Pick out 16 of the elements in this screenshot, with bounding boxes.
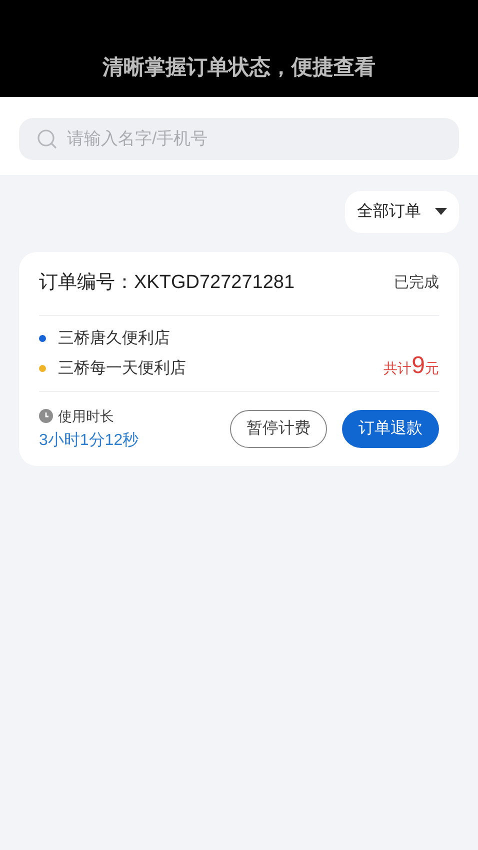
store-name: 三桥唐久便利店 bbox=[58, 328, 170, 348]
order-status: 已完成 bbox=[394, 273, 439, 294]
currency-unit: 元 bbox=[425, 359, 439, 378]
total-label: 共计 bbox=[384, 359, 412, 378]
total-amount: 9 bbox=[412, 354, 425, 378]
filter-dropdown[interactable]: 全部订单 bbox=[345, 191, 459, 233]
clock-icon bbox=[39, 409, 53, 423]
order-number: 订单编号：XKTGD727271281 bbox=[39, 271, 295, 296]
search-field[interactable]: 请输入名字/手机号 bbox=[19, 118, 459, 160]
caret-icon bbox=[435, 208, 447, 216]
store-name: 三桥每一天便利店 bbox=[58, 358, 186, 378]
duration-label: 使用时长 bbox=[58, 406, 114, 426]
pause-button[interactable]: 暂停计费 bbox=[230, 410, 327, 448]
duration-value: 3小时1分12秒 bbox=[39, 430, 139, 450]
caption: 清晰掌握订单状态，便捷查看 bbox=[102, 54, 376, 80]
refund-button[interactable]: 订单退款 bbox=[342, 410, 439, 448]
